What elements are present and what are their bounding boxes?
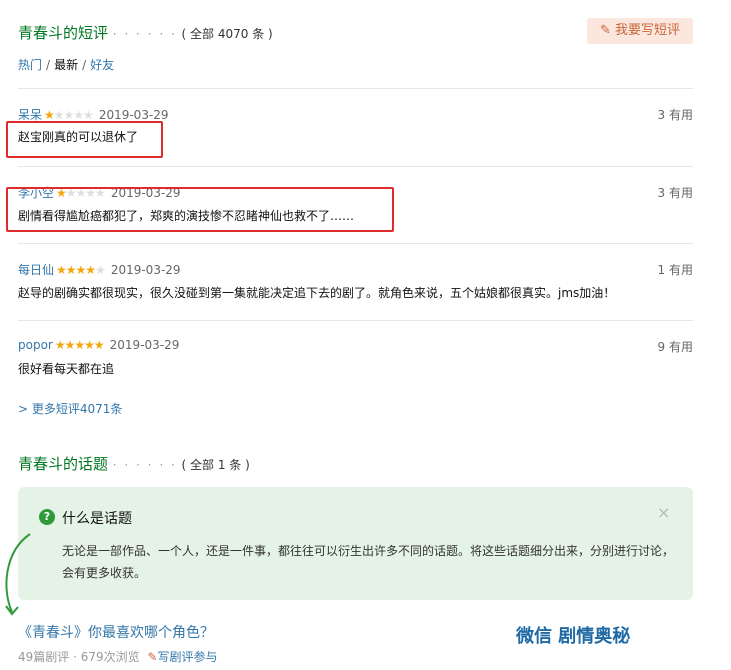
comment-votes[interactable]: 3 有用 bbox=[658, 106, 693, 123]
pencil-icon: ✎ bbox=[599, 23, 611, 38]
divider bbox=[18, 320, 693, 321]
comment-votes[interactable]: 1 有用 bbox=[658, 261, 693, 278]
write-topic-review-link[interactable]: 写剧评参与 bbox=[158, 650, 218, 664]
reviews-count: ( 全部 4070 条 ) bbox=[181, 27, 273, 41]
tab-hot[interactable]: 热门 bbox=[18, 58, 42, 72]
write-review-label: 我要写短评 bbox=[615, 23, 681, 38]
close-icon[interactable]: × bbox=[657, 503, 670, 522]
question-icon: ? bbox=[39, 509, 55, 525]
sort-tabs: 热门 / 最新 / 好友 bbox=[18, 58, 115, 72]
comment-text: 赵导的剧确实都很现实，很久没碰到第一集就能决定追下去的剧了。就角色来说，五个姑娘… bbox=[18, 286, 616, 300]
comment-user[interactable]: 每日仙 bbox=[18, 263, 54, 277]
reviews-section-title: 青春斗的短评 bbox=[18, 24, 109, 42]
divider bbox=[18, 243, 693, 244]
comment-text: 剧情看得尴尬癌都犯了，郑爽的演技惨不忍睹神仙也救不了…… bbox=[18, 209, 355, 223]
write-review-button[interactable]: ✎ 我要写短评 bbox=[587, 18, 693, 44]
comment-date: 2019-03-29 bbox=[110, 263, 181, 277]
curved-arrow-icon bbox=[5, 533, 31, 616]
topic-meta: 49篇剧评 · 679次浏览 ✎写剧评参与 bbox=[18, 648, 218, 665]
comment-date: 2019-03-29 bbox=[109, 338, 180, 352]
star-rating: ★★★★★ bbox=[44, 108, 94, 122]
star-rating: ★★★★★ bbox=[54, 338, 105, 352]
topic-info-title: 什么是话题 bbox=[62, 511, 132, 527]
star-rating: ★★★★★ bbox=[56, 263, 106, 277]
comment-header: popor ★★★★★ 2019-03-29 bbox=[18, 338, 179, 352]
divider bbox=[18, 88, 693, 89]
topic-stats: 49篇剧评 · 679次浏览 bbox=[18, 650, 140, 664]
more-reviews-link[interactable]: > 更多短评4071条 bbox=[18, 400, 122, 417]
topics-section-title: 青春斗的话题 bbox=[18, 455, 109, 473]
comment-user[interactable]: popor bbox=[18, 338, 53, 352]
comment-text: 赵宝刚真的可以退休了 bbox=[18, 130, 139, 144]
topics-section-header: 青春斗的话题 · · · · · · ( 全部 1 条 ) bbox=[18, 453, 250, 474]
topics-count: ( 全部 1 条 ) bbox=[181, 458, 250, 472]
title-dots: · · · · · · bbox=[112, 27, 177, 41]
comment-header: 每日仙 ★★★★★ 2019-03-29 bbox=[18, 261, 181, 278]
watermark: 微信 剧情奥秘 bbox=[516, 626, 631, 647]
title-dots: · · · · · · bbox=[112, 458, 177, 472]
comment-user[interactable]: 呆呆 bbox=[18, 108, 42, 122]
tab-new[interactable]: 最新 bbox=[54, 58, 78, 72]
pencil-icon: ✎ bbox=[147, 650, 158, 664]
topic-title-link[interactable]: 《青春斗》你最喜欢哪个角色？ bbox=[18, 622, 214, 642]
topic-info-desc: 无论是一部作品、一个人，还是一件事，都往往可以衍生出许多不同的话题。将这些话题细… bbox=[62, 544, 675, 580]
tab-friends[interactable]: 好友 bbox=[90, 58, 114, 72]
reviews-section-header: 青春斗的短评 · · · · · · ( 全部 4070 条 ) bbox=[18, 22, 273, 43]
comment-date: 2019-03-29 bbox=[98, 108, 169, 122]
comment-votes[interactable]: 9 有用 bbox=[658, 338, 693, 355]
comment-text: 很好看每天都在追 bbox=[18, 362, 115, 376]
divider bbox=[18, 166, 693, 167]
comment-votes[interactable]: 3 有用 bbox=[658, 184, 693, 201]
